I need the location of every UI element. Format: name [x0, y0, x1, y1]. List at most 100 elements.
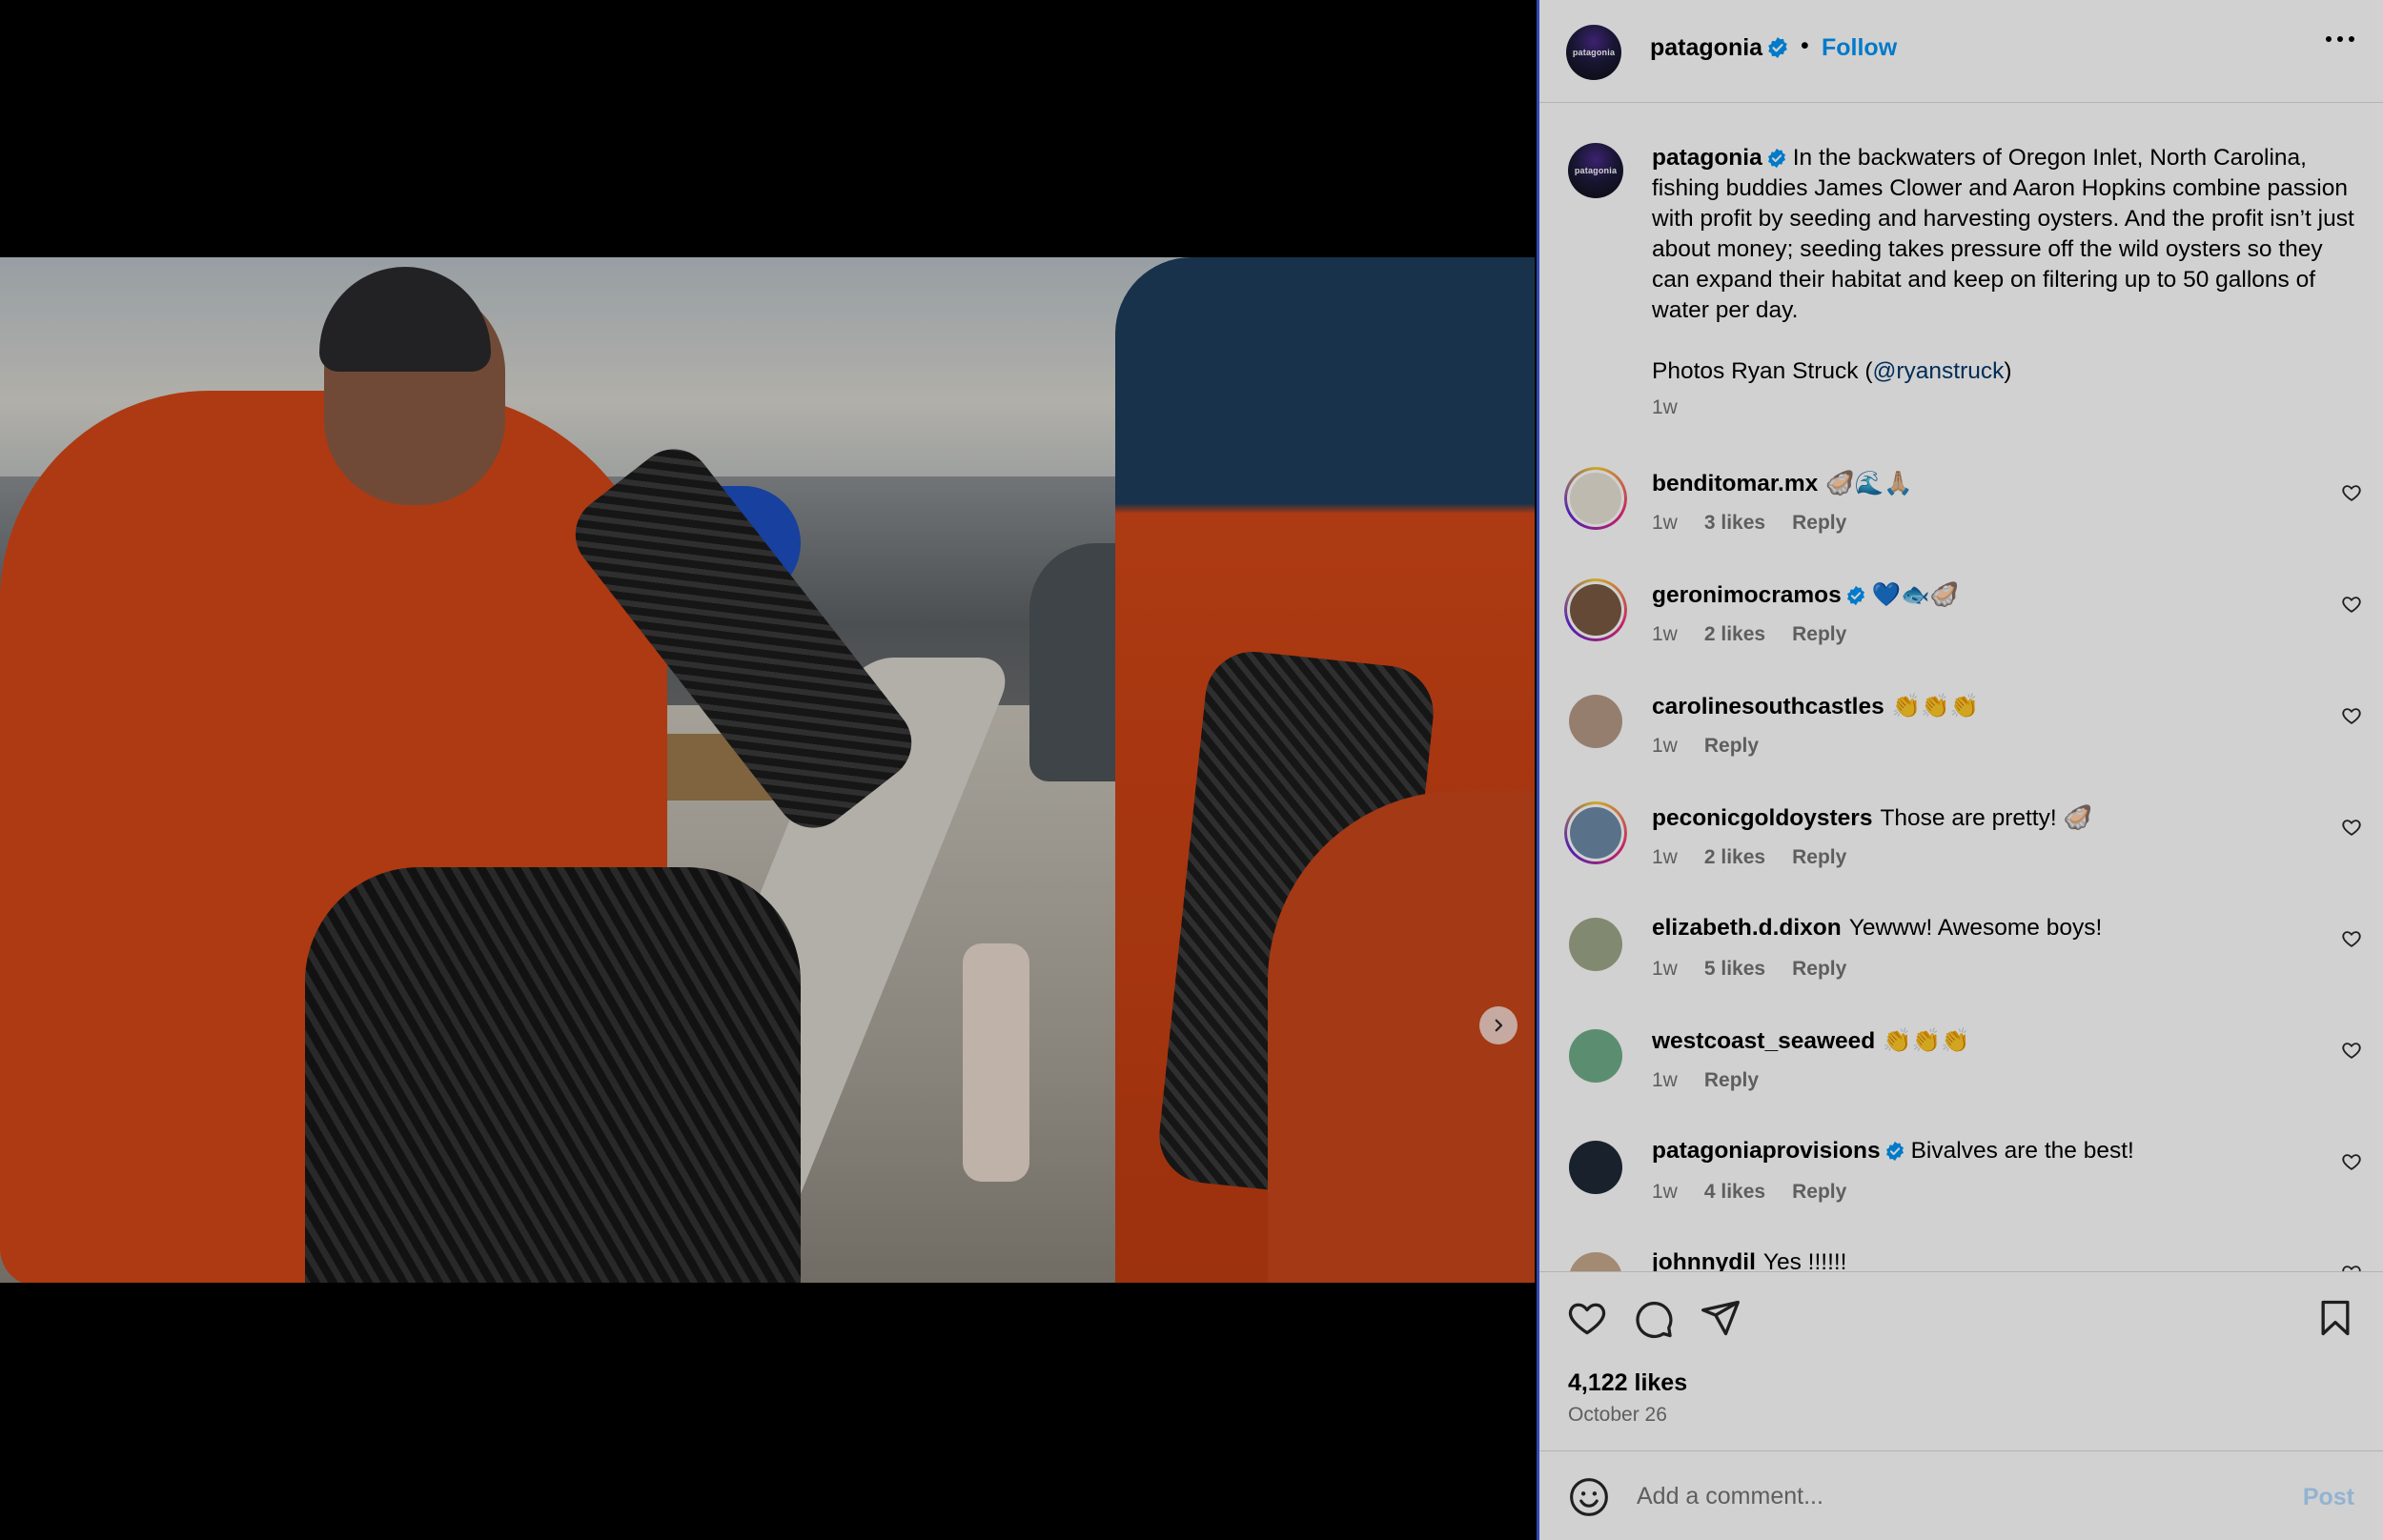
- oyster-cages-pile: [305, 867, 801, 1283]
- comment-likes[interactable]: 4 likes: [1704, 1181, 1765, 1204]
- commenter-username[interactable]: benditomar.mx: [1652, 471, 1818, 496]
- post-date: October 26: [1568, 1404, 1667, 1426]
- likes-count[interactable]: 4,122 likes: [1568, 1369, 1687, 1397]
- commenter-avatar[interactable]: [1564, 1024, 1627, 1087]
- share-paper-plane-icon[interactable]: [1700, 1297, 1741, 1339]
- separator-dot: •: [1801, 32, 1809, 59]
- comment-like-heart-icon[interactable]: [2341, 1040, 2362, 1061]
- comments-list[interactable]: patagonia patagonia In the backwaters of …: [1539, 103, 2383, 1271]
- commenter-avatar[interactable]: [1564, 801, 1627, 864]
- commenter-username[interactable]: westcoast_seaweed: [1652, 1028, 1875, 1054]
- comment-text-line: geronimocramos 💙🐟🦪: [1652, 580, 1959, 609]
- comment-like-heart-icon[interactable]: [2341, 705, 2362, 726]
- pvc-pipes: [963, 943, 1029, 1182]
- author-avatar[interactable]: patagonia: [1566, 25, 1621, 80]
- comment-meta: 1w Reply: [1652, 735, 1759, 758]
- comment-timestamp: 1w: [1652, 1181, 1678, 1203]
- comment-row: benditomar.mx 🦪🌊🙏🏼 1w 3 likes Reply: [1539, 467, 2383, 580]
- comment-meta: 1w 2 likes Reply: [1652, 623, 1846, 646]
- comment-like-heart-icon[interactable]: [2341, 1151, 2362, 1172]
- commenter-avatar[interactable]: [1564, 578, 1627, 641]
- comment-row: geronimocramos 💙🐟🦪 1w 2 likes Reply: [1539, 578, 2383, 692]
- bookmark-icon[interactable]: [2314, 1297, 2356, 1339]
- comment-body: 👏👏👏: [1891, 694, 1980, 719]
- comment-meta: 1w 4 likes Reply: [1652, 1181, 1846, 1204]
- comment-body: 💙🐟🦪: [1871, 582, 1960, 608]
- verified-badge-icon: [1846, 585, 1864, 606]
- comment-meta: 1w Reply: [1652, 1069, 1759, 1092]
- commenter-avatar[interactable]: [1564, 467, 1627, 530]
- avatar-logo-text: patagonia: [1572, 48, 1616, 57]
- comment-text-line: peconicgoldoysters Those are pretty! 🦪: [1652, 803, 2092, 832]
- commenter-username[interactable]: carolinesouthcastles: [1652, 694, 1884, 719]
- more-options-button[interactable]: [2326, 36, 2354, 42]
- post-caption: patagonia In the backwaters of Oregon Inl…: [1652, 143, 2357, 423]
- reply-button[interactable]: Reply: [1704, 735, 1759, 758]
- verified-badge-icon: [1768, 37, 1787, 58]
- post-actions: 4,122 likes October 26: [1539, 1271, 2383, 1450]
- reply-button[interactable]: Reply: [1792, 1181, 1846, 1204]
- comment-text-line: carolinesouthcastles 👏👏👏: [1652, 692, 1979, 720]
- post-header: patagonia patagonia • Follow: [1539, 0, 2383, 103]
- person-left-hat: [319, 267, 491, 372]
- comment-row: westcoast_seaweed 👏👏👏 1w Reply: [1539, 1026, 2383, 1138]
- comment-timestamp: 1w: [1652, 623, 1678, 645]
- comment-timestamp: 1w: [1652, 735, 1678, 757]
- commenter-username[interactable]: geronimocramos: [1652, 582, 1842, 608]
- comment-likes[interactable]: 5 likes: [1704, 958, 1765, 981]
- comment-like-heart-icon[interactable]: [2341, 594, 2362, 615]
- commenter-username[interactable]: johnnydil: [1652, 1249, 1756, 1271]
- comment-timestamp: 1w: [1652, 958, 1678, 980]
- reply-button[interactable]: Reply: [1792, 623, 1846, 646]
- post-comment-button[interactable]: Post: [2303, 1484, 2354, 1511]
- commenter-username[interactable]: peconicgoldoysters: [1652, 805, 1872, 831]
- comment-input[interactable]: [1635, 1472, 2210, 1520]
- comment-meta: 1w 3 likes Reply: [1652, 512, 1846, 535]
- author-username[interactable]: patagonia: [1650, 34, 1789, 62]
- commenter-avatar[interactable]: [1564, 913, 1627, 976]
- follow-button[interactable]: Follow: [1822, 34, 1897, 62]
- reply-button[interactable]: Reply: [1792, 846, 1846, 869]
- emoji-icon[interactable]: [1568, 1476, 1610, 1518]
- post-photo[interactable]: [0, 257, 1535, 1283]
- comment-likes[interactable]: 3 likes: [1704, 512, 1765, 535]
- like-heart-icon[interactable]: [1566, 1297, 1608, 1339]
- comment-meta: 1w 5 likes Reply: [1652, 958, 1846, 981]
- reply-button[interactable]: Reply: [1792, 958, 1846, 981]
- comment-like-heart-icon[interactable]: [2341, 482, 2362, 503]
- caption-username[interactable]: patagonia: [1652, 145, 1762, 171]
- comment-row: patagoniaprovisions Bivalves are the best…: [1539, 1138, 2383, 1249]
- commenter-username[interactable]: patagoniaprovisions: [1652, 1138, 1881, 1164]
- verified-badge-icon: [1885, 1141, 1904, 1162]
- next-slide-button[interactable]: [1479, 1006, 1517, 1044]
- reply-button[interactable]: Reply: [1704, 1069, 1759, 1092]
- caption-avatar[interactable]: patagonia: [1568, 143, 1623, 198]
- comment-bubble-icon[interactable]: [1633, 1297, 1675, 1339]
- comment-body: Bivalves are the best!: [1910, 1138, 2134, 1164]
- comment-body: Yes !!!!!!: [1762, 1249, 1847, 1271]
- comment-text-line: benditomar.mx 🦪🌊🙏🏼: [1652, 469, 1913, 497]
- comment-like-heart-icon[interactable]: [2341, 817, 2362, 838]
- photo-credit: Photos Ryan Struck (@ryanstruck): [1652, 358, 2012, 384]
- comment-row: carolinesouthcastles 👏👏👏 1w Reply: [1539, 692, 2383, 803]
- comment-likes[interactable]: 2 likes: [1704, 846, 1765, 869]
- post-media: [0, 0, 1535, 1540]
- commenter-avatar[interactable]: [1564, 1136, 1627, 1199]
- comment-timestamp: 1w: [1652, 1069, 1678, 1091]
- commenter-avatar[interactable]: [1564, 690, 1627, 753]
- commenter-username[interactable]: elizabeth.d.dixon: [1652, 915, 1842, 941]
- comment-likes[interactable]: 2 likes: [1704, 623, 1765, 646]
- mention-link[interactable]: @ryanstruck: [1872, 358, 2004, 384]
- comment-like-heart-icon[interactable]: [2341, 928, 2362, 949]
- comment-meta: 1w 2 likes Reply: [1652, 846, 1846, 869]
- comment-row: johnnydil Yes !!!!!!: [1539, 1249, 2383, 1271]
- comment-body: Yewww! Awesome boys!: [1848, 915, 2103, 941]
- comment-body: 👏👏👏: [1883, 1028, 1970, 1054]
- comment-text-line: johnnydil Yes !!!!!!: [1652, 1249, 1847, 1271]
- reply-button[interactable]: Reply: [1792, 512, 1846, 535]
- verified-badge-icon: [1767, 148, 1785, 169]
- add-comment-bar: Post: [1539, 1450, 2383, 1540]
- comment-text-line: westcoast_seaweed 👏👏👏: [1652, 1026, 1970, 1055]
- comment-like-heart-icon[interactable]: [2341, 1263, 2362, 1271]
- commenter-avatar[interactable]: [1564, 1247, 1627, 1271]
